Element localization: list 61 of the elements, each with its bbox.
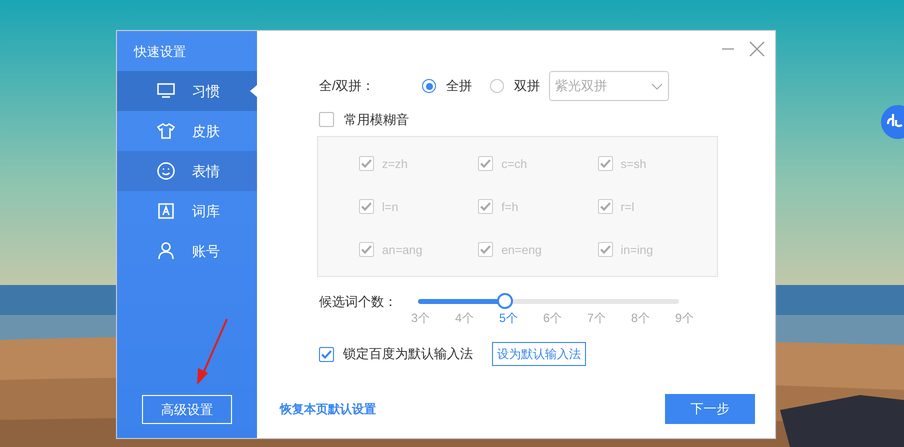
sidebar-item-label: 皮肤 — [192, 122, 220, 140]
tick-label[interactable]: 4个 — [452, 309, 477, 327]
lock-default-label: 锁定百度为默认输入法 — [343, 345, 474, 364]
fuzzy-pair-label: en=eng — [501, 242, 542, 258]
checkbox[interactable] — [359, 199, 374, 214]
checkbox[interactable] — [598, 199, 613, 214]
set-default-button[interactable]: 设为默认输入法 — [492, 342, 586, 366]
sidebar-item[interactable]: 账号 — [117, 231, 257, 271]
sidebar-item-label: 账号 — [192, 242, 220, 260]
sidebar-item-label: 词库 — [192, 202, 220, 220]
sidebar-title: 快速设置 — [132, 43, 187, 61]
tick-label[interactable]: 6个 — [540, 309, 565, 327]
monitor-icon — [157, 83, 175, 99]
next-step-button[interactable]: 下一步 — [665, 394, 755, 424]
checkbox[interactable] — [598, 242, 613, 257]
restore-defaults-link[interactable]: 恢复本页默认设置 — [280, 400, 376, 418]
logo-icon[interactable] — [880, 104, 904, 140]
candidate-count-label: 候选词个数： — [319, 293, 398, 311]
fuzzy-pair-label: l=n — [382, 198, 398, 216]
pointer-icon — [250, 85, 257, 97]
shirt-icon — [157, 123, 175, 139]
checkbox[interactable] — [478, 242, 494, 257]
tick-label[interactable]: 7个 — [584, 309, 609, 327]
sidebar-item[interactable]: 习惯 — [117, 71, 257, 111]
close-icon[interactable] — [749, 41, 765, 57]
fuzzy-pair-label: r=l — [620, 198, 634, 216]
user-icon — [158, 242, 174, 260]
checkbox[interactable] — [319, 112, 334, 127]
smiley-icon — [157, 162, 175, 180]
fuzzy-pair-label: an=ang — [382, 242, 422, 258]
sidebar-item-label: 习惯 — [192, 82, 220, 100]
checkbox[interactable] — [359, 156, 374, 171]
sidebar-item[interactable]: 皮肤 — [117, 111, 257, 151]
pinyin-mode-label: 全/双拼： — [319, 77, 376, 96]
radio-label: 全拼 — [446, 77, 472, 96]
tick-label[interactable]: 3个 — [408, 309, 433, 327]
sidebar-item-label: 表情 — [192, 162, 220, 180]
checkbox[interactable] — [478, 156, 494, 171]
tick-label[interactable]: 8个 — [628, 309, 653, 327]
fuzzy-pair-label: c=ch — [501, 156, 528, 172]
fuzzy-pair-label: s=sh — [620, 156, 646, 172]
sidebar-item[interactable]: 词库 — [117, 191, 257, 231]
letter-a-icon — [158, 203, 174, 219]
fuzzy-pair-label: f=h — [501, 198, 518, 216]
radio-label: 双拼 — [514, 77, 540, 96]
radio-button[interactable] — [422, 79, 436, 93]
fuzzy-sound-label: 常用模糊音 — [344, 110, 409, 129]
chevron-down-icon — [651, 82, 663, 90]
checkbox[interactable] — [319, 346, 334, 362]
fuzzy-pair-label: in=ing — [620, 242, 654, 258]
tick-label[interactable]: 5个 — [496, 309, 521, 327]
checkbox[interactable] — [359, 242, 374, 257]
sidebar-item[interactable]: 表情 — [117, 151, 257, 191]
fuzzy-pair-label: z=zh — [382, 156, 408, 172]
annotation-arrow — [195, 318, 229, 386]
checkbox[interactable] — [598, 156, 613, 171]
slider-thumb[interactable] — [496, 293, 513, 309]
advanced-settings-button[interactable]: 高级设置 — [142, 395, 232, 424]
tick-label[interactable]: 9个 — [672, 309, 697, 327]
checkbox[interactable] — [478, 199, 494, 214]
radio-button[interactable] — [490, 79, 504, 93]
